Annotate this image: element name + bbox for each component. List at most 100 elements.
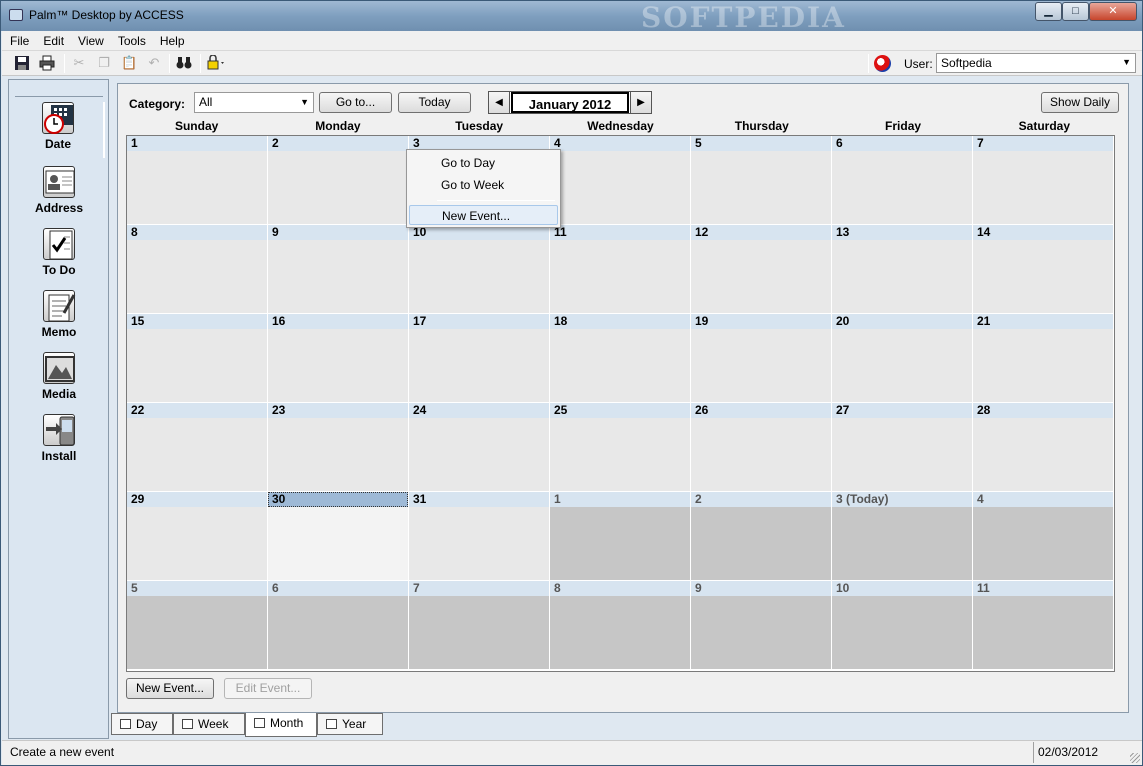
day-cell[interactable]: 8 <box>127 225 268 314</box>
maximize-button[interactable]: □ <box>1062 2 1089 21</box>
day-cell[interactable]: 16 <box>268 314 409 403</box>
menu-edit[interactable]: Edit <box>43 34 64 48</box>
nav-item-todo[interactable]: To Do <box>13 228 105 284</box>
print-icon[interactable] <box>39 55 55 71</box>
category-select[interactable]: All ▼ <box>194 92 314 113</box>
menu-item-go-to-week[interactable]: Go to Week <box>409 175 558 195</box>
day-number: 24 <box>409 403 549 418</box>
cut-icon[interactable]: ✂ <box>71 55 87 71</box>
day-cell[interactable]: 21 <box>973 314 1114 403</box>
status-date: 02/03/2012 <box>1033 742 1129 763</box>
tab-week[interactable]: Week <box>173 713 245 735</box>
day-cell[interactable]: 31 <box>409 492 550 581</box>
month-label: January 2012 <box>511 92 629 113</box>
chevron-down-icon: ▼ <box>300 97 309 107</box>
day-cell[interactable]: 6 <box>268 581 409 670</box>
paste-icon[interactable]: 📋 <box>121 55 137 71</box>
close-button[interactable]: ✕ <box>1089 2 1137 21</box>
save-icon[interactable] <box>14 55 30 71</box>
prev-month-icon[interactable]: ◀ <box>489 92 510 113</box>
day-cell[interactable]: 2 <box>268 136 409 225</box>
tab-day[interactable]: Day <box>111 713 173 735</box>
menu-item-go-to-day[interactable]: Go to Day <box>409 153 558 173</box>
day-number: 31 <box>409 492 549 507</box>
today-button[interactable]: Today <box>398 92 471 113</box>
day-number: 29 <box>127 492 267 507</box>
menu-tools[interactable]: Tools <box>118 34 146 48</box>
goto-button[interactable]: Go to... <box>319 92 392 113</box>
tab-month[interactable]: Month <box>245 713 317 737</box>
menu-view[interactable]: View <box>78 34 104 48</box>
day-cell[interactable]: 13 <box>832 225 973 314</box>
day-cell[interactable]: 14 <box>973 225 1114 314</box>
day-cell[interactable]: 20 <box>832 314 973 403</box>
day-cell[interactable]: 5 <box>691 136 832 225</box>
day-number: 1 <box>550 492 690 507</box>
resize-grip[interactable] <box>1130 753 1140 763</box>
day-cell[interactable]: 27 <box>832 403 973 492</box>
day-cell[interactable]: 22 <box>127 403 268 492</box>
day-cell[interactable]: 24 <box>409 403 550 492</box>
day-cell[interactable]: 12 <box>691 225 832 314</box>
day-cell[interactable]: 5 <box>127 581 268 670</box>
day-cell[interactable]: 11 <box>550 225 691 314</box>
context-menu: Go to Day Go to Week New Event... <box>406 149 561 228</box>
new-event-button[interactable]: New Event... <box>126 678 214 699</box>
day-cell[interactable]: 15 <box>127 314 268 403</box>
day-cell[interactable]: 10 <box>409 225 550 314</box>
copy-icon[interactable]: ❐ <box>96 55 112 71</box>
day-cell[interactable]: 9 <box>268 225 409 314</box>
menu-file[interactable]: File <box>10 34 29 48</box>
day-cell[interactable]: 19 <box>691 314 832 403</box>
user-label: User: <box>904 57 933 71</box>
day-cell[interactable]: 29 <box>127 492 268 581</box>
tab-year[interactable]: Year <box>317 713 383 735</box>
menu-item-new-event[interactable]: New Event... <box>409 205 558 225</box>
left-nav: Date Address To Do Memo Media Install <box>8 79 109 739</box>
nav-item-date[interactable]: Date <box>13 102 105 158</box>
day-number: 9 <box>691 581 831 596</box>
day-cell[interactable]: 30 <box>268 492 409 581</box>
day-cell[interactable]: 6 <box>832 136 973 225</box>
day-cell[interactable]: 7 <box>973 136 1114 225</box>
user-select[interactable]: Softpedia ▼ <box>936 53 1136 73</box>
day-cell[interactable]: 4 <box>973 492 1114 581</box>
day-cell[interactable]: 25 <box>550 403 691 492</box>
day-cell[interactable]: 9 <box>691 581 832 670</box>
weekday-header: Sunday Monday Tuesday Wednesday Thursday… <box>126 119 1115 133</box>
nav-item-memo[interactable]: Memo <box>13 290 105 346</box>
day-cell[interactable]: 8 <box>550 581 691 670</box>
status-bar: Create a new event 02/03/2012 <box>2 740 1142 765</box>
day-cell[interactable]: 1 <box>127 136 268 225</box>
show-daily-button[interactable]: Show Daily <box>1041 92 1119 113</box>
undo-icon[interactable]: ↶ <box>146 55 162 71</box>
day-cell[interactable]: 23 <box>268 403 409 492</box>
day-number: 25 <box>550 403 690 418</box>
day-cell[interactable]: 7 <box>409 581 550 670</box>
day-cell[interactable]: 17 <box>409 314 550 403</box>
menu-help[interactable]: Help <box>160 34 185 48</box>
day-cell[interactable]: 26 <box>691 403 832 492</box>
day-cell[interactable]: 28 <box>973 403 1114 492</box>
day-cell[interactable]: 1 <box>550 492 691 581</box>
nav-item-address[interactable]: Address <box>13 166 105 222</box>
day-cell[interactable]: 10 <box>832 581 973 670</box>
toolbar: ✂ ❐ 📋 ↶ User: Softpedia ▼ <box>2 51 1142 76</box>
nav-item-media[interactable]: Media <box>13 352 105 408</box>
next-month-icon[interactable]: ▶ <box>630 92 651 113</box>
day-cell[interactable]: 18 <box>550 314 691 403</box>
security-lock-icon[interactable] <box>207 54 224 71</box>
nav-item-install[interactable]: Install <box>13 414 105 470</box>
day-cell[interactable]: 2 <box>691 492 832 581</box>
day-cell[interactable]: 4 <box>550 136 691 225</box>
day-cell[interactable]: 3 (Today) <box>832 492 973 581</box>
hotsync-icon[interactable] <box>874 55 891 72</box>
find-binoculars-icon[interactable] <box>176 55 192 71</box>
minimize-button[interactable]: ▁ <box>1035 2 1062 21</box>
day-number: 27 <box>832 403 972 418</box>
day-number: 30 <box>268 492 408 507</box>
day-cell[interactable]: 11 <box>973 581 1114 670</box>
window-title: Palm™ Desktop by ACCESS <box>29 8 184 22</box>
edit-event-button[interactable]: Edit Event... <box>224 678 312 699</box>
weekday-label: Monday <box>315 119 361 133</box>
